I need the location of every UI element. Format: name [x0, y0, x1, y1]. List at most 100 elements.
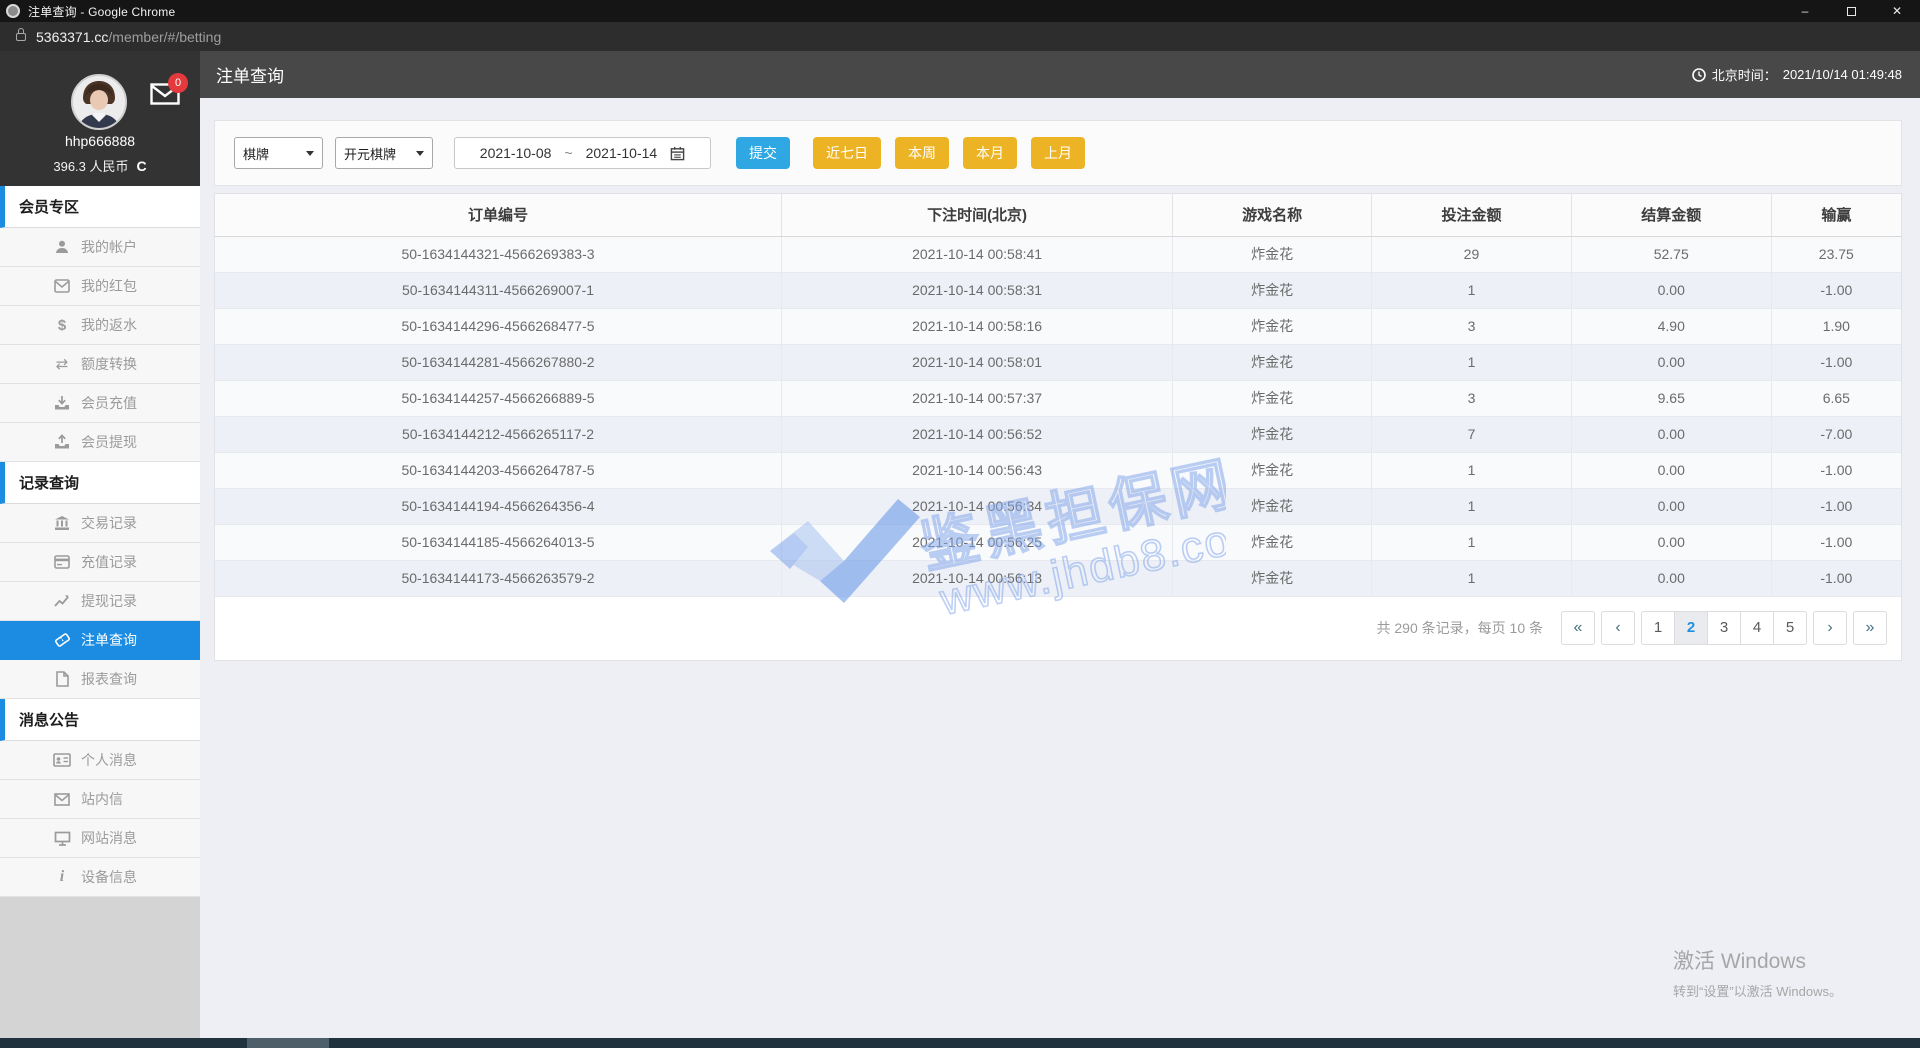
table-cell: 炸金花 [1172, 524, 1373, 561]
table-cell: 1 [1371, 524, 1572, 561]
sidebar-item[interactable]: 报表查询 [0, 660, 200, 699]
sidebar-item[interactable]: ⇄ 额度转换 [0, 345, 200, 384]
sidebar-item[interactable]: 个人消息 [0, 741, 200, 780]
table-cell: 2021-10-14 00:56:13 [781, 560, 1174, 597]
balance-text: 396.3 人民币 [53, 159, 129, 174]
refresh-balance-icon[interactable]: C [137, 158, 147, 174]
last-page-button[interactable]: » [1853, 610, 1887, 645]
table-cell: 9.65 [1571, 380, 1772, 417]
url-bar[interactable]: 5363371.cc/member/#/betting [0, 22, 1920, 51]
card-icon [52, 555, 72, 569]
chevron-down-icon [306, 150, 314, 156]
date-separator: ~ [564, 145, 573, 161]
page-number-button[interactable]: 5 [1773, 610, 1807, 645]
sidebar-item[interactable]: 会员提现 [0, 423, 200, 462]
site-favicon-icon [6, 4, 20, 18]
table-row: 50-1634144321-4566269383-3 2021-10-14 00:… [215, 236, 1901, 273]
quick-range-button[interactable]: 上月 [1031, 137, 1085, 169]
table-cell: 50-1634144185-4566264013-5 [215, 524, 782, 561]
avatar[interactable] [71, 74, 127, 130]
date-from: 2021-10-08 [479, 145, 552, 161]
table-cell: 0.00 [1571, 524, 1772, 561]
table-cell: -1.00 [1771, 488, 1901, 525]
minimize-icon: – [1801, 4, 1809, 18]
table-cell: 52.75 [1571, 236, 1772, 273]
page-number-button[interactable]: 1 [1641, 610, 1675, 645]
sidebar-item-label: 我的帐户 [81, 239, 137, 255]
sidebar-item[interactable]: 交易记录 [0, 504, 200, 543]
table-cell: 炸金花 [1172, 344, 1373, 381]
sidebar: 0 hhp666888 396.3 人民币 C 会员专区 我的帐户 我的红包 $ 我的返… [0, 51, 200, 1048]
table-cell: 50-1634144296-4566268477-5 [215, 308, 782, 345]
date-to: 2021-10-14 [585, 145, 658, 161]
red-packet-icon [52, 279, 72, 293]
page-header: 注单查询 北京时间： 2021/10/14 01:49:48 [200, 51, 1920, 98]
sidebar-item-label: 报表查询 [81, 671, 137, 687]
submit-button[interactable]: 提交 [736, 137, 790, 169]
table-cell: -1.00 [1771, 524, 1901, 561]
sidebar-item[interactable]: 站内信 [0, 780, 200, 819]
column-header: 输赢 [1771, 194, 1901, 237]
sidebar-item-label: 额度转换 [81, 356, 137, 372]
table-row: 50-1634144203-4566264787-5 2021-10-14 00:… [215, 452, 1901, 489]
pagination: 共 290 条记录，每页 10 条 « ‹ 12345 › » [215, 597, 1901, 645]
column-header: 结算金额 [1571, 194, 1772, 237]
sidebar-item[interactable]: 我的帐户 [0, 228, 200, 267]
chart-icon [52, 594, 72, 608]
table-cell: 1 [1371, 452, 1572, 489]
date-range-input[interactable]: 2021-10-08 ~ 2021-10-14 [454, 137, 711, 169]
table-row: 50-1634144257-4566266889-5 2021-10-14 00:… [215, 380, 1901, 417]
page-number-button[interactable]: 2 [1674, 610, 1708, 645]
sidebar-item[interactable]: 注单查询 [0, 621, 200, 660]
quick-range-button[interactable]: 本月 [963, 137, 1017, 169]
ticket-icon [52, 632, 72, 648]
page-number-button[interactable]: 3 [1707, 610, 1741, 645]
table-cell: 50-1634144173-4566263579-2 [215, 560, 782, 597]
table-row: 50-1634144311-4566269007-1 2021-10-14 00:… [215, 272, 1901, 309]
filter-bar: 棋牌 开元棋牌 2021-10-08 ~ 2021-10-14 提交 近七日 本… [214, 120, 1902, 186]
sidebar-item[interactable]: 提现记录 [0, 582, 200, 621]
prev-page-button[interactable]: ‹ [1601, 610, 1635, 645]
sidebar-item[interactable]: $ 我的返水 [0, 306, 200, 345]
sidebar-item[interactable]: 充值记录 [0, 543, 200, 582]
first-page-button[interactable]: « [1561, 610, 1595, 645]
table-cell: 炸金花 [1172, 452, 1373, 489]
info-icon: i [59, 868, 65, 885]
next-page-button[interactable]: › [1813, 610, 1847, 645]
quick-range-button[interactable]: 本周 [895, 137, 949, 169]
sidebar-section-header: 消息公告 [0, 699, 200, 741]
table-cell: 1.90 [1771, 308, 1901, 345]
quick-range-button[interactable]: 近七日 [813, 137, 881, 169]
sidebar-item[interactable]: 网站消息 [0, 819, 200, 858]
category-select[interactable]: 棋牌 [234, 137, 323, 169]
table-cell: 2021-10-14 00:56:52 [781, 416, 1174, 453]
provider-select[interactable]: 开元棋牌 [335, 137, 433, 169]
table-cell: 2021-10-14 00:56:25 [781, 524, 1174, 561]
table-row: 50-1634144296-4566268477-5 2021-10-14 00:… [215, 308, 1901, 345]
sidebar-item[interactable]: 我的红包 [0, 267, 200, 306]
activate-line2: 转到“设置”以激活 Windows。 [1672, 984, 1842, 999]
message-count-badge: 0 [168, 73, 188, 93]
table-cell: 3 [1371, 380, 1572, 417]
table-row: 50-1634144194-4566264356-4 2021-10-14 00:… [215, 488, 1901, 525]
sidebar-item-label: 提现记录 [81, 593, 137, 609]
minimize-button[interactable]: – [1782, 0, 1828, 22]
table-cell: 0.00 [1571, 560, 1772, 597]
user-icon [52, 239, 72, 255]
sidebar-item[interactable]: 会员充值 [0, 384, 200, 423]
time-label: 北京时间： [1711, 68, 1777, 83]
sidebar-item-label: 交易记录 [81, 515, 137, 531]
column-header: 下注时间(北京) [781, 194, 1174, 237]
page-number-button[interactable]: 4 [1740, 610, 1774, 645]
sidebar-item[interactable]: i 设备信息 [0, 858, 200, 897]
close-button[interactable]: ✕ [1874, 0, 1920, 22]
time-value: 2021/10/14 01:49:48 [1782, 67, 1902, 82]
messages-button[interactable]: 0 [150, 73, 188, 110]
table-cell: 6.65 [1771, 380, 1901, 417]
table-cell: 0.00 [1571, 488, 1772, 525]
table-cell: -1.00 [1771, 272, 1901, 309]
sidebar-filler [0, 897, 200, 1048]
taskbar-edge [0, 1038, 1920, 1048]
restore-button[interactable] [1828, 0, 1874, 22]
sidebar-section-header: 记录查询 [0, 462, 200, 504]
